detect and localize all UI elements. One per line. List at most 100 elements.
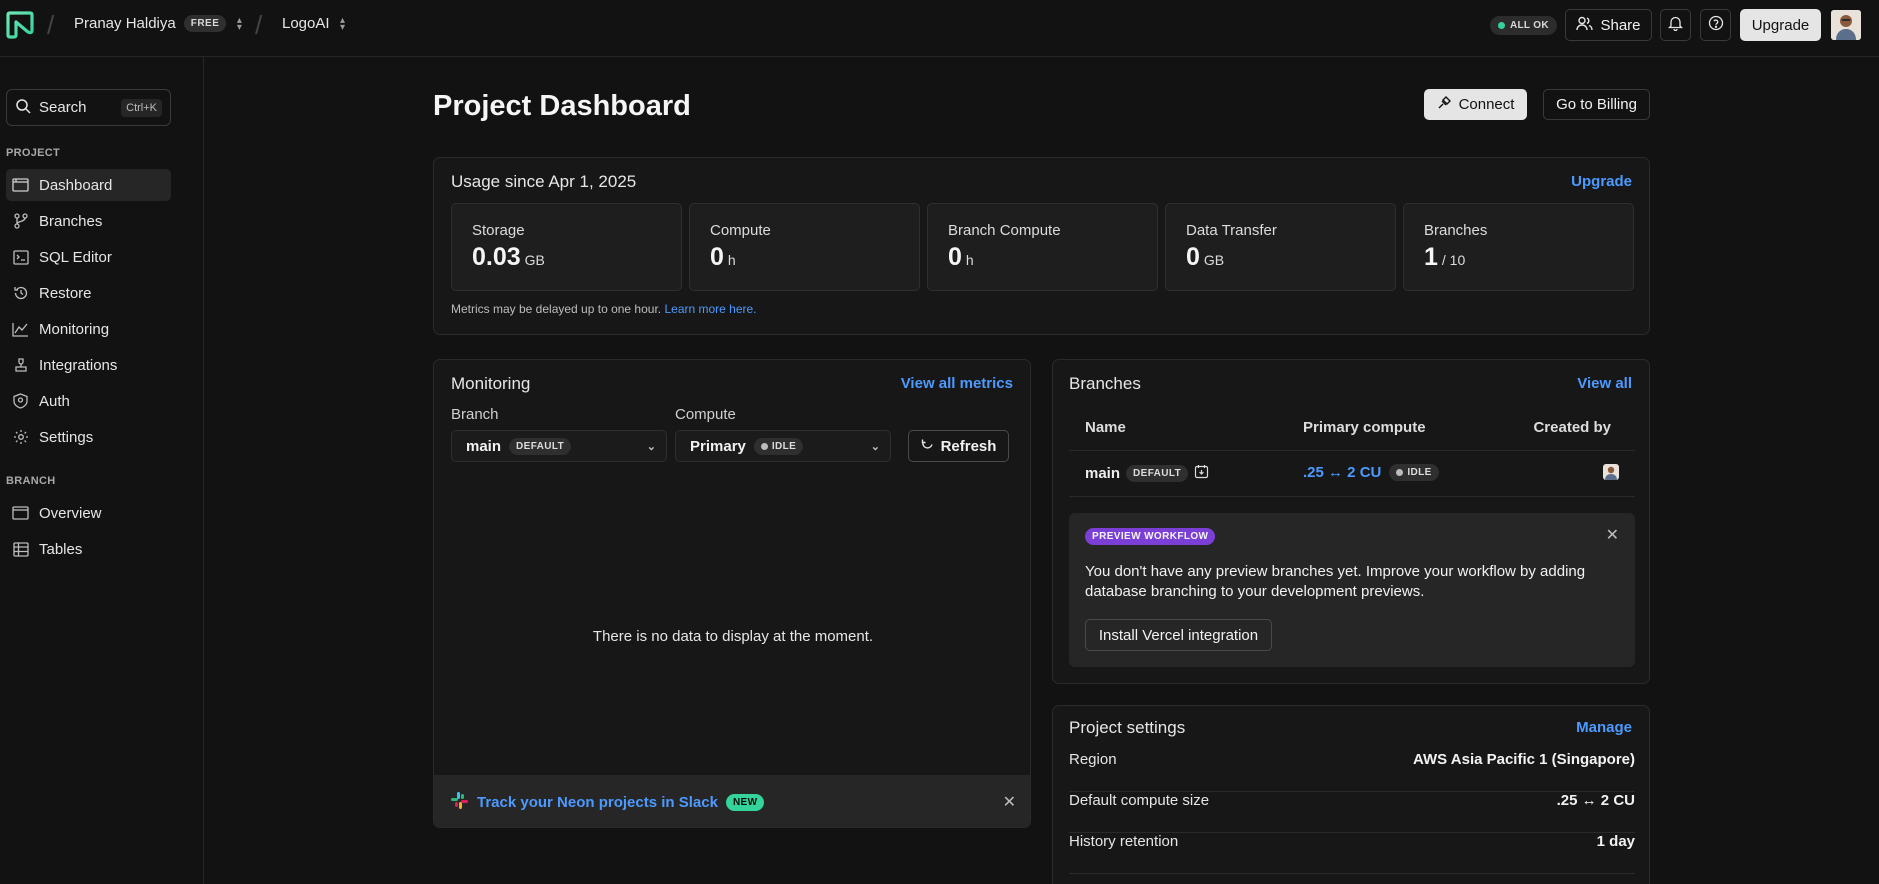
compute-field-label: Compute xyxy=(675,406,736,423)
notifications-button[interactable] xyxy=(1660,9,1691,41)
project-switcher[interactable]: LogoAI ▴ ▾ xyxy=(282,15,348,32)
usage-card: Usage since Apr 1, 2025 Upgrade Storage … xyxy=(433,157,1650,335)
share-label: Share xyxy=(1600,16,1641,34)
idle-dot-icon xyxy=(760,442,768,450)
user-name: Pranay Haldiya xyxy=(74,15,176,32)
sidebar-item-branches[interactable]: Branches xyxy=(6,205,171,237)
upgrade-link[interactable]: Upgrade xyxy=(1571,173,1632,190)
settings-row-compute-size: Default compute size .25 ↔ 2 CU xyxy=(1053,781,1651,822)
search-button[interactable]: Search Ctrl+K xyxy=(6,89,171,126)
compute-select-value: Primary xyxy=(690,437,746,455)
refresh-icon xyxy=(921,438,934,455)
refresh-button[interactable]: Refresh xyxy=(908,430,1009,462)
upgrade-label: Upgrade xyxy=(1751,16,1810,34)
close-icon[interactable]: ✕ xyxy=(1606,525,1619,545)
help-button[interactable] xyxy=(1700,9,1731,41)
sidebar-item-label: Integrations xyxy=(39,356,118,374)
compute-size-link[interactable]: .25 ↔ 2 CU xyxy=(1303,464,1381,481)
branch-select[interactable]: main DEFAULT ⌄ xyxy=(451,430,667,462)
sidebar-item-label: Overview xyxy=(39,504,102,522)
status-badge[interactable]: ALL OK xyxy=(1490,16,1557,35)
metric-unit: h xyxy=(965,252,974,268)
branch-select-value: main xyxy=(466,437,502,455)
metric-label: Branch Compute xyxy=(948,222,1061,239)
chevron-down-icon: ⌄ xyxy=(646,440,656,453)
share-button[interactable]: Share xyxy=(1565,9,1652,41)
idle-label: IDLE xyxy=(1407,467,1432,478)
new-badge: NEW xyxy=(725,793,765,811)
divider xyxy=(1069,496,1635,497)
sidebar-item-label: Restore xyxy=(39,284,92,302)
metric-value: 0 xyxy=(1186,243,1200,271)
metric-label: Compute xyxy=(710,222,771,239)
sidebar-item-integrations[interactable]: Integrations xyxy=(6,349,171,381)
usage-note: Metrics may be delayed up to one hour. L… xyxy=(451,302,757,316)
compute-select[interactable]: Primary IDLE ⌄ xyxy=(675,430,891,462)
sidebar-item-auth[interactable]: Auth xyxy=(6,385,171,417)
sidebar-item-tables[interactable]: Tables xyxy=(6,533,171,565)
setting-value: AWS Asia Pacific 1 (Singapore) xyxy=(1412,751,1635,768)
metric-label: Data Transfer xyxy=(1186,222,1277,239)
metric-unit: h xyxy=(727,252,736,268)
branch-section-label: BRANCH xyxy=(6,475,56,487)
protected-branch-icon xyxy=(1194,464,1209,483)
connect-button[interactable]: Connect xyxy=(1424,89,1527,120)
branch-name-link[interactable]: main xyxy=(1085,465,1120,482)
branch-field-label: Branch xyxy=(451,406,499,423)
metric-label: Branches xyxy=(1424,222,1488,239)
sidebar-item-sql-editor[interactable]: SQL Editor xyxy=(6,241,171,273)
status-label: ALL OK xyxy=(1510,20,1549,31)
compute-metric: Compute 0h xyxy=(689,203,920,291)
breadcrumb-separator: / xyxy=(47,10,55,40)
org-switcher[interactable]: Pranay Haldiya FREE ▴ ▾ xyxy=(74,15,244,32)
column-primary-compute: Primary compute xyxy=(1303,419,1426,436)
manage-link[interactable]: Manage xyxy=(1576,719,1632,736)
close-icon[interactable]: ✕ xyxy=(1003,792,1016,812)
avatar[interactable] xyxy=(1831,10,1861,40)
idle-badge: IDLE xyxy=(753,437,804,455)
neon-logo-icon[interactable] xyxy=(6,11,34,39)
learn-more-link[interactable]: Learn more here. xyxy=(664,302,756,316)
help-icon xyxy=(1708,15,1724,35)
chevron-up-down-icon: ▴ ▾ xyxy=(236,14,242,33)
idle-dot-icon xyxy=(1396,469,1404,476)
setting-key: History retention xyxy=(1069,833,1179,850)
preview-workflow-panel: PREVIEW WORKFLOW ✕ You don't have any pr… xyxy=(1069,513,1635,667)
preview-description: You don't have any preview branches yet.… xyxy=(1085,563,1586,600)
branch-compute-metric: Branch Compute 0h xyxy=(927,203,1158,291)
sidebar-item-label: Settings xyxy=(39,428,94,446)
dashboard-icon xyxy=(12,177,29,194)
setting-value: .25 ↔ 2 CU xyxy=(1556,792,1635,809)
slack-banner[interactable]: Track your Neon projects in Slack NEW ✕ xyxy=(434,775,1030,827)
storage-metric: Storage 0.03 GB xyxy=(451,203,682,291)
table-row[interactable]: main DEFAULT .25 ↔ 2 CU IDLE xyxy=(1069,451,1635,496)
view-all-branches-link[interactable]: View all xyxy=(1577,375,1632,392)
plug-icon xyxy=(1437,95,1452,114)
status-dot-icon xyxy=(1498,22,1505,29)
sidebar-item-dashboard[interactable]: Dashboard xyxy=(6,169,171,201)
sidebar-item-monitoring[interactable]: Monitoring xyxy=(6,313,171,345)
metric-value: 1 xyxy=(1424,243,1438,271)
upgrade-button[interactable]: Upgrade xyxy=(1740,9,1821,41)
install-vercel-integration-button[interactable]: Install Vercel integration xyxy=(1085,619,1272,651)
branches-title: Branches xyxy=(1069,374,1141,393)
sidebar-item-settings[interactable]: Settings xyxy=(6,421,171,453)
metric-value: 0 xyxy=(710,243,724,271)
slack-link[interactable]: Track your Neon projects in Slack xyxy=(477,794,718,811)
branches-metric: Branches 1/ 10 xyxy=(1403,203,1634,291)
metric-label: Storage xyxy=(472,222,525,239)
idle-label: IDLE xyxy=(771,440,797,452)
view-all-metrics-link[interactable]: View all metrics xyxy=(901,375,1013,392)
sidebar-item-overview[interactable]: Overview xyxy=(6,497,171,529)
users-icon xyxy=(1576,16,1594,35)
monitoring-icon xyxy=(12,321,29,338)
chevron-down-icon: ⌄ xyxy=(870,440,880,453)
connect-label: Connect xyxy=(1458,96,1515,113)
sidebar-item-restore[interactable]: Restore xyxy=(6,277,171,309)
go-to-billing-button[interactable]: Go to Billing xyxy=(1543,89,1650,120)
sidebar-item-label: SQL Editor xyxy=(39,248,112,266)
monitoring-card: Monitoring View all metrics Branch main … xyxy=(433,359,1031,828)
top-bar: / Pranay Haldiya FREE ▴ ▾ / LogoAI ▴ ▾ ALL… xyxy=(0,0,1879,57)
sidebar: Search Ctrl+K PROJECT Dashboard Branches… xyxy=(0,57,204,884)
usage-note-text: Metrics may be delayed up to one hour. xyxy=(451,302,662,316)
